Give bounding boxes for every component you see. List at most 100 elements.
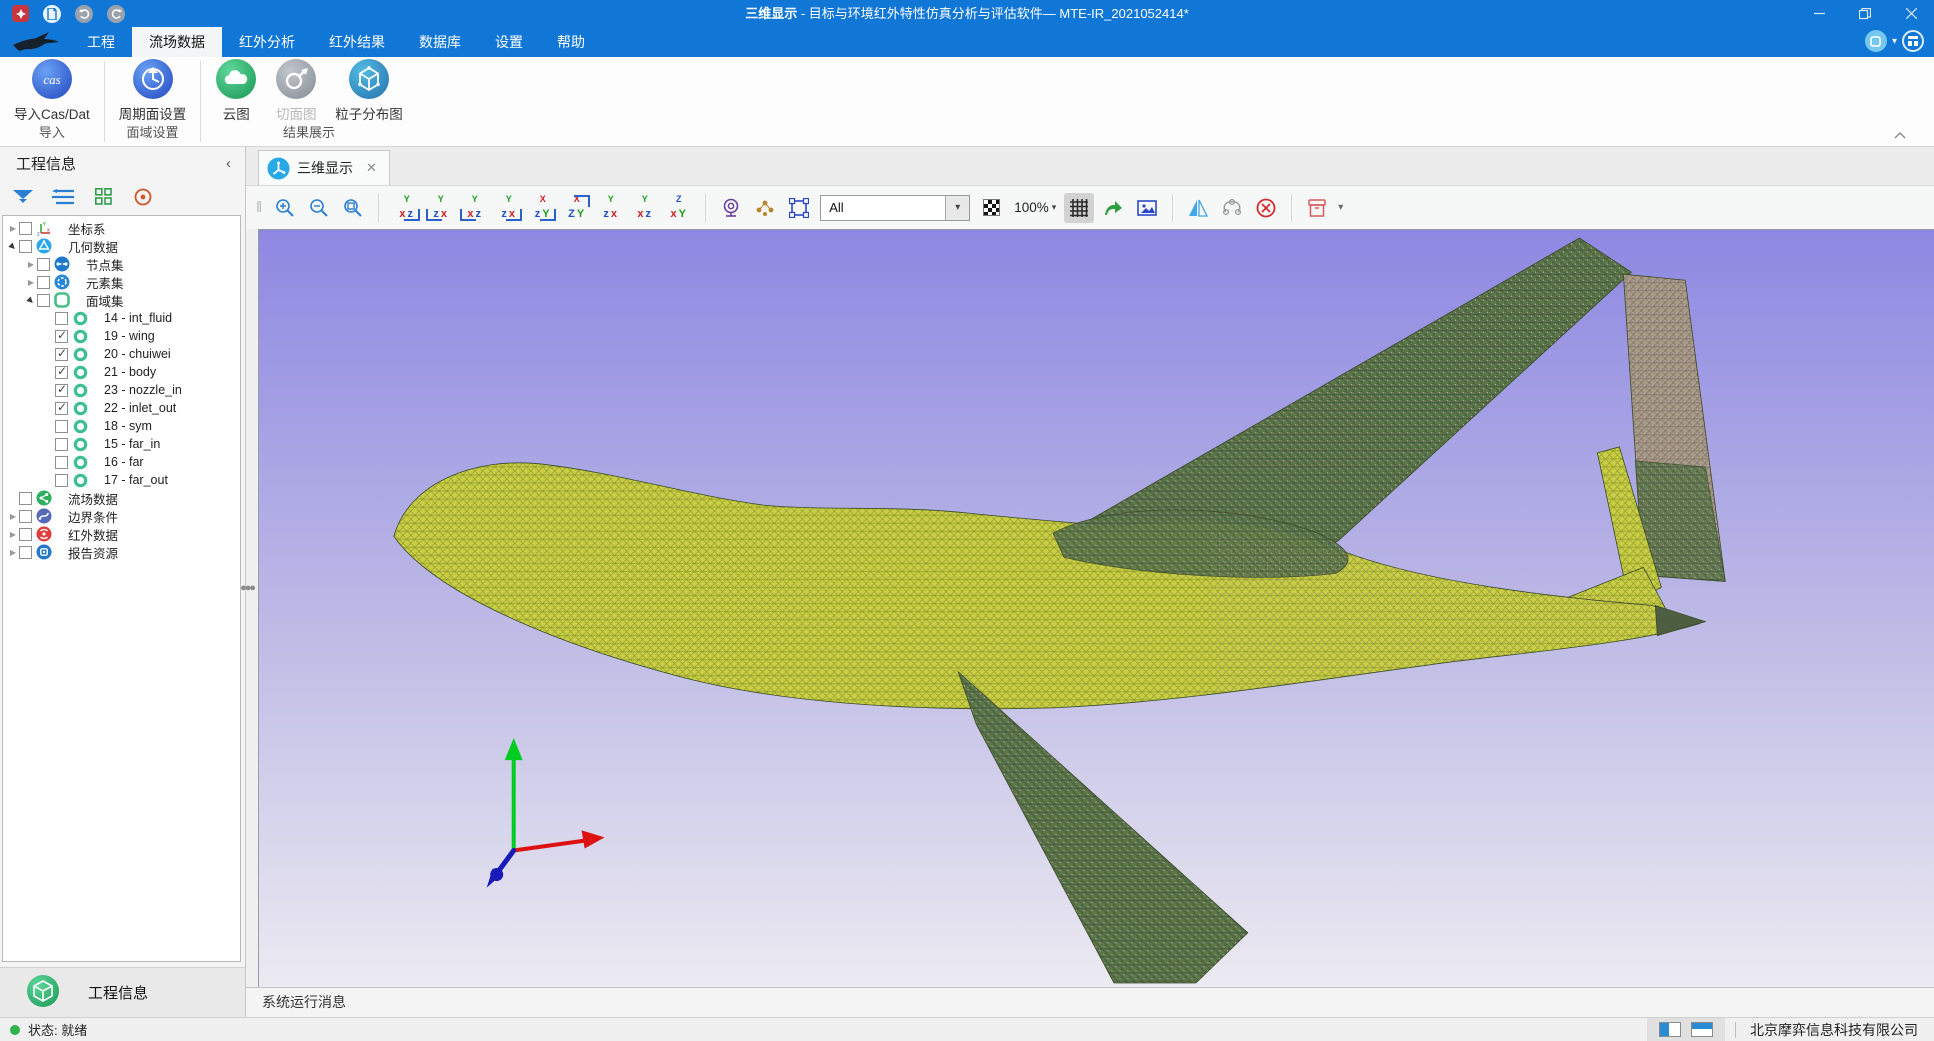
visibility-checkbox[interactable] [37,294,50,307]
visibility-checkbox[interactable] [55,456,68,469]
viewport-canvas[interactable] [258,229,1934,987]
undo-button[interactable] [75,5,93,23]
view-right-button[interactable]: Yzx [491,193,525,223]
visibility-checkbox[interactable] [55,384,68,397]
tree-item-[interactable]: ▶几何数据 [3,237,240,255]
tree-item-15-far_in[interactable]: 15 - far_in [3,435,240,453]
tab-3d-view[interactable]: 三维显示 ✕ [258,150,390,185]
zoom-fit-button[interactable] [338,193,368,223]
grid-view-icon[interactable] [90,185,116,209]
tree-item-[interactable]: 流场数据 [3,489,240,507]
expander-icon[interactable]: ▶ [7,530,19,539]
layout-button[interactable] [1902,30,1924,52]
visibility-checkbox[interactable] [55,420,68,433]
export-arrow-button[interactable] [1098,193,1128,223]
tree-item-14-int_fluid[interactable]: 14 - int_fluid [3,309,240,327]
mesh-grid-button[interactable] [1064,193,1094,223]
layout-left-toggle-icon[interactable] [1659,1022,1681,1037]
cas-button[interactable]: cas导入Cas/Dat [6,58,98,123]
zoom-in-button[interactable] [270,193,300,223]
visibility-checkbox[interactable] [55,474,68,487]
menu-tab-5[interactable]: 数据库 [402,27,478,57]
visibility-checkbox[interactable] [55,348,68,361]
tree-item-[interactable]: ▶Yzx坐标系 [3,219,240,237]
view-bottom-button[interactable]: XZY [559,193,593,223]
visibility-checkbox[interactable] [19,222,32,235]
splitter-handle[interactable]: ●●● [240,582,254,594]
transparency-checker-button[interactable] [976,193,1006,223]
view-iso-2-button[interactable]: Yxz [627,193,661,223]
tab-close-icon[interactable]: ✕ [366,160,377,176]
tree-item-19-wing[interactable]: 19 - wing [3,327,240,345]
tree-item-[interactable]: ▶边界条件 [3,507,240,525]
box-select-button[interactable] [784,193,814,223]
display-filter-select[interactable]: All ▾ [820,195,970,221]
panel-footer-tab[interactable]: 工程信息 [0,967,245,1017]
ribbon-collapse-icon[interactable] [1894,126,1906,142]
redo-button[interactable] [107,5,125,23]
new-file-button[interactable] [43,5,61,23]
view-back-button[interactable]: Yzx [423,193,457,223]
panel-collapse-icon[interactable]: ‹ [226,155,231,172]
visibility-checkbox[interactable] [19,492,32,505]
camera-button[interactable] [716,193,746,223]
visibility-checkbox[interactable] [55,312,68,325]
clear-button[interactable] [1251,193,1281,223]
tree-item-22-inlet_out[interactable]: 22 - inlet_out [3,399,240,417]
combo-dropdown-icon[interactable]: ▾ [945,196,969,220]
package-button[interactable] [1302,193,1332,223]
view-iso-1-button[interactable]: Yzx [593,193,627,223]
surface-group-button[interactable] [1217,193,1247,223]
menu-tab-4[interactable]: 红外结果 [312,27,402,57]
visibility-checkbox[interactable] [55,366,68,379]
toolbar-drag-handle[interactable]: ‖ [256,199,262,216]
visibility-checkbox[interactable] [19,510,32,523]
visibility-checkbox[interactable] [55,438,68,451]
tree-item-[interactable]: ▶面域集 [3,291,240,309]
tree-item-[interactable]: ▶节点集 [3,255,240,273]
menu-tab-2[interactable]: 流场数据 [132,27,222,57]
snapshot-button[interactable] [1132,193,1162,223]
tree-item-17-far_out[interactable]: 17 - far_out [3,471,240,489]
visibility-checkbox[interactable] [19,240,32,253]
restore-button[interactable] [1842,0,1888,27]
workspace-caret-icon[interactable]: ▾ [1892,36,1897,47]
visibility-checkbox[interactable] [37,258,50,271]
menu-tab-3[interactable]: 红外分析 [222,27,312,57]
package-caret-icon[interactable]: ▾ [1338,202,1343,213]
expander-icon[interactable]: ▶ [25,260,37,269]
expander-icon[interactable]: ▶ [7,512,19,521]
layout-bottom-toggle-icon[interactable] [1691,1022,1713,1037]
expander-icon[interactable]: ▶ [7,224,19,233]
tree-item-21-body[interactable]: 21 - body [3,363,240,381]
target-icon[interactable] [130,185,156,209]
view-iso-3-button[interactable]: ZxY [661,193,695,223]
expander-icon[interactable]: ▶ [25,278,37,287]
view-left-button[interactable]: Yxz [457,193,491,223]
particles-button[interactable] [750,193,780,223]
zoom-level-dropdown[interactable]: 100%▾ [1010,200,1060,215]
visibility-checkbox[interactable] [19,546,32,559]
close-button[interactable] [1888,0,1934,27]
visibility-checkbox[interactable] [37,276,50,289]
expander-icon[interactable]: ▶ [7,548,19,557]
menu-tab-6[interactable]: 设置 [478,27,540,57]
tree-item-[interactable]: ▶报告资源 [3,543,240,561]
cloud-button[interactable]: 云图 [207,58,265,123]
app-icon[interactable] [12,5,29,22]
list-view-icon[interactable] [50,185,76,209]
tree-item-20-chuiwei[interactable]: 20 - chuiwei [3,345,240,363]
particle-button[interactable]: 粒子分布图 [327,58,411,123]
visibility-checkbox[interactable] [55,330,68,343]
tree-item-23-nozzle_in[interactable]: 23 - nozzle_in [3,381,240,399]
menu-tab-7[interactable]: 帮助 [540,27,602,57]
view-top-button[interactable]: XzY [525,193,559,223]
visibility-checkbox[interactable] [19,528,32,541]
filter-icon[interactable] [10,185,36,209]
visibility-checkbox[interactable] [55,402,68,415]
mirror-button[interactable] [1183,193,1213,223]
menu-tab-1[interactable]: 工程 [70,27,132,57]
zoom-out-button[interactable] [304,193,334,223]
tree-item-[interactable]: ▶元素集 [3,273,240,291]
cycle-button[interactable]: 周期面设置 [111,58,195,123]
